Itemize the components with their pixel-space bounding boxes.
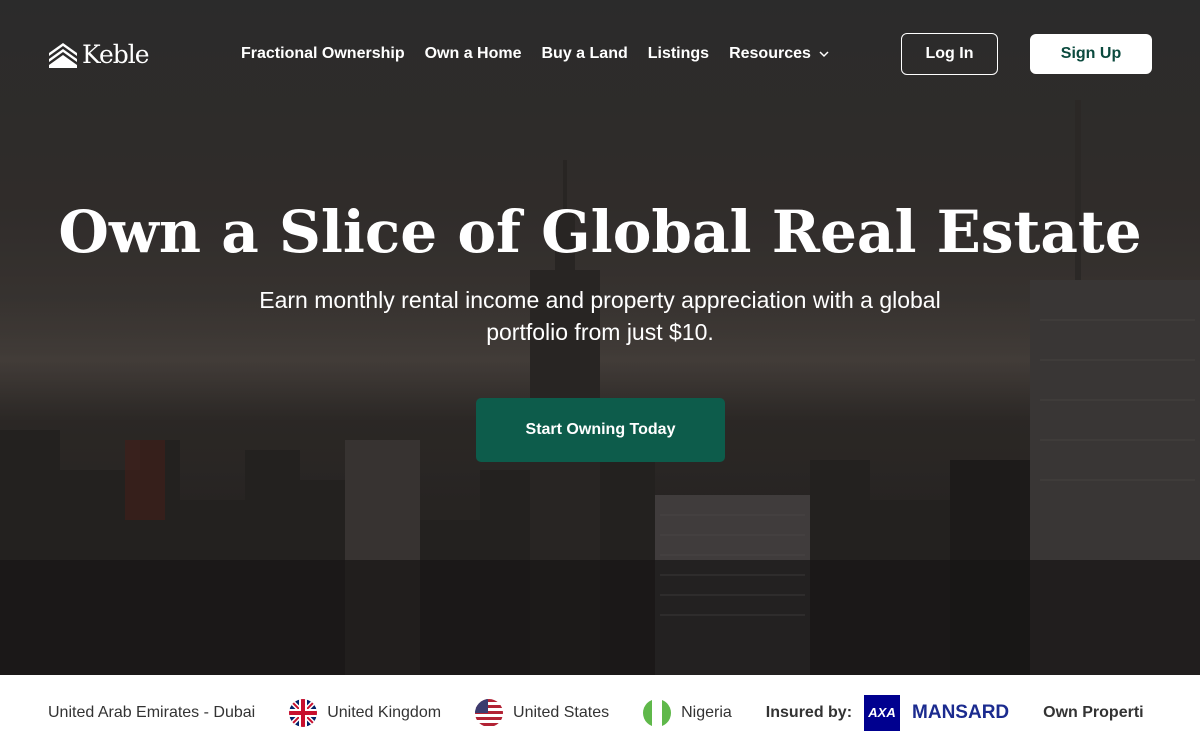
location-label: Nigeria xyxy=(681,703,732,721)
insured-by: Insured by: AXA MANSARD xyxy=(765,694,1010,731)
hero-title: Own a Slice of Global Real Estate xyxy=(58,198,1142,266)
insured-label: Insured by: xyxy=(765,703,853,721)
nav-listings[interactable]: Listings xyxy=(648,45,709,63)
top-navigation: Keble Fractional Ownership Own a Home Bu… xyxy=(0,0,1200,110)
nav-fractional-ownership[interactable]: Fractional Ownership xyxy=(241,45,405,63)
hero-subtitle: Earn monthly rental income and property … xyxy=(259,287,941,345)
brand-name: Keble xyxy=(82,40,150,69)
nav-label: Buy a Land xyxy=(541,45,628,62)
start-owning-button[interactable]: Start Owning Today xyxy=(476,398,725,462)
location-label: United Kingdom xyxy=(327,703,442,721)
location-united-kingdom: United Kingdom xyxy=(289,698,442,727)
location-uae-dubai: United Arab Emirates - Dubai xyxy=(48,704,255,722)
house-logo-icon xyxy=(49,42,77,68)
nav-label: Own a Home xyxy=(424,45,522,62)
nav-own-a-home[interactable]: Own a Home xyxy=(425,45,522,63)
us-flag-icon xyxy=(475,698,504,727)
axa-logo: AXA xyxy=(864,694,901,731)
hero-section: Keble Fractional Ownership Own a Home Bu… xyxy=(0,0,1200,675)
nigeria-flag-icon xyxy=(643,698,672,727)
uk-flag-icon xyxy=(289,698,318,727)
chevron-down-icon xyxy=(819,51,829,58)
nav-resources-dropdown[interactable]: Resources xyxy=(729,45,829,63)
nav-label: Resources xyxy=(729,45,811,62)
keble-logo[interactable]: Keble xyxy=(48,40,150,69)
login-button[interactable]: Log In xyxy=(901,33,998,75)
locations-strip-track: United Arab Emirates - Dubai United King… xyxy=(48,675,1144,750)
locations-strip: United Arab Emirates - Dubai United King… xyxy=(0,675,1200,750)
location-label: United Arab Emirates - Dubai xyxy=(48,703,256,721)
trailing-marquee-text: Own Properti xyxy=(1043,703,1144,721)
nav-label: Listings xyxy=(647,45,710,62)
main-menu: Fractional Ownership Own a Home Buy a La… xyxy=(241,45,829,63)
location-united-states: United States xyxy=(475,698,610,727)
mansard-logo-text: MANSARD xyxy=(912,701,1010,723)
location-label: United States xyxy=(513,703,610,721)
location-nigeria: Nigeria xyxy=(643,698,732,727)
signup-button[interactable]: Sign Up xyxy=(1030,34,1152,74)
nav-buy-a-land[interactable]: Buy a Land xyxy=(542,45,628,63)
nav-label: Fractional Ownership xyxy=(241,45,405,62)
